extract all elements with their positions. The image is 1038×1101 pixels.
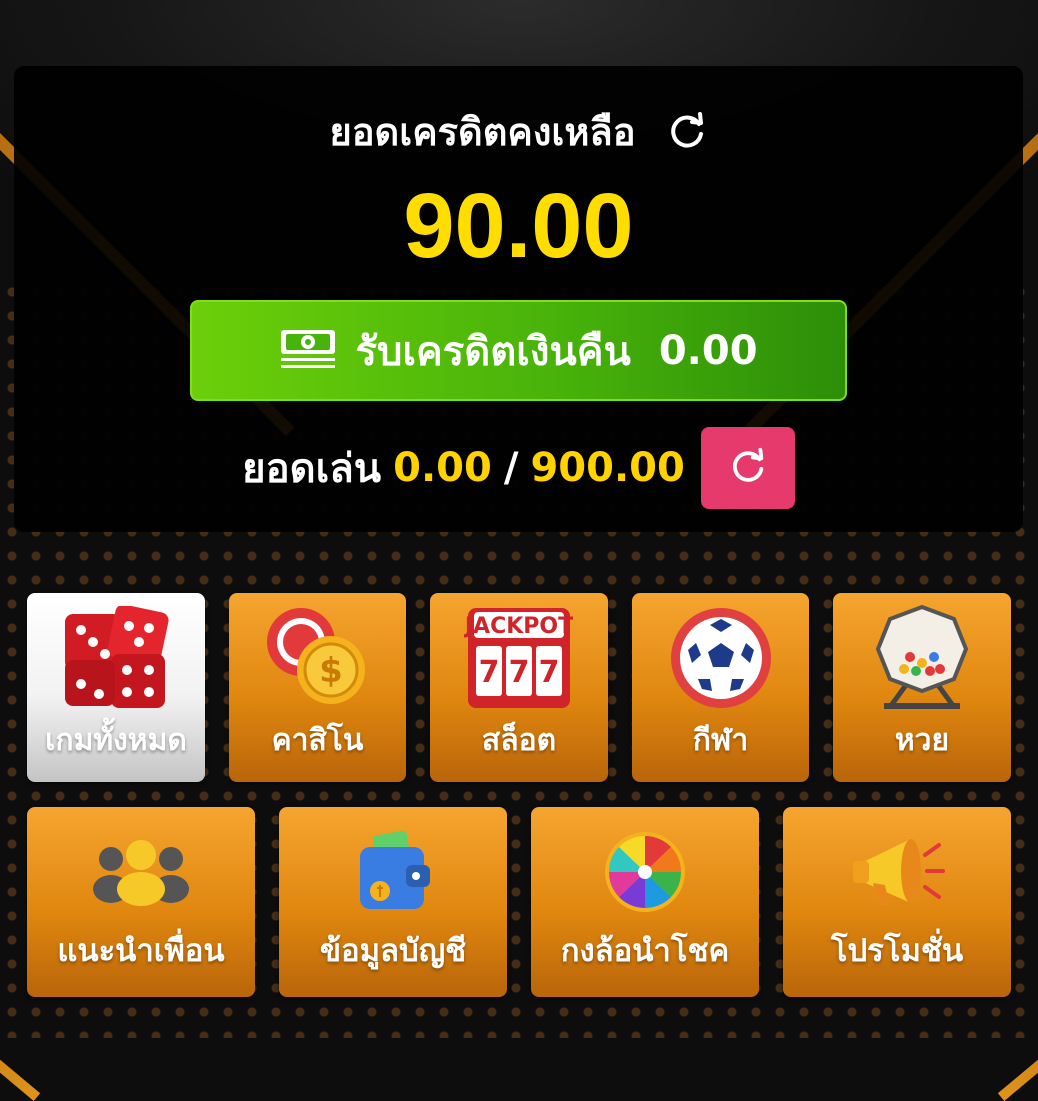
turnover-label: ยอดเล่น bbox=[242, 446, 382, 492]
menu-tile-lottery[interactable]: หวย bbox=[833, 593, 1011, 782]
menu-tile-all-games[interactable]: เกมทั้งหมด bbox=[27, 593, 205, 782]
money-icon bbox=[279, 328, 337, 374]
lucky-wheel-icon bbox=[531, 813, 759, 931]
svg-text:7: 7 bbox=[539, 655, 560, 690]
lottery-wheel-icon bbox=[833, 599, 1011, 717]
menu-tile-label: หวย bbox=[894, 723, 950, 758]
menu-tile-label: ข้อมูลบัญชี bbox=[319, 933, 467, 969]
menu-tile-casino[interactable]: $ คาสิโน bbox=[229, 593, 406, 782]
turnover-row: ยอดเล่น 0.00 / 900.00 bbox=[14, 426, 1023, 510]
dice-icon bbox=[27, 599, 205, 717]
cashback-value: 0.00 bbox=[658, 327, 758, 374]
jackpot-slot-icon: JACKPOT 7 7 7 bbox=[430, 599, 608, 717]
menu-tile-label: กีฬา bbox=[692, 723, 749, 758]
wallet-icon bbox=[279, 813, 507, 931]
credit-title: ยอดเครดิตคงเหลือ bbox=[329, 109, 636, 154]
megaphone-icon bbox=[783, 813, 1011, 931]
menu-tile-account-info[interactable]: ข้อมูลบัญชี bbox=[279, 807, 507, 997]
turnover-separator: / bbox=[503, 445, 519, 491]
turnover-target: 900.00 bbox=[530, 445, 685, 491]
svg-text:$: $ bbox=[319, 651, 343, 691]
soccer-ball-icon bbox=[632, 599, 809, 717]
menu-tile-label: โปรโมชั่น bbox=[830, 933, 964, 969]
menu-tile-label: สล็อต bbox=[481, 723, 557, 758]
menu-tile-slot[interactable]: JACKPOT 7 7 7 สล็อต bbox=[430, 593, 608, 782]
credit-amount: 90.00 bbox=[403, 175, 634, 277]
menu-tile-label: คาสิโน bbox=[271, 723, 364, 758]
svg-text:7: 7 bbox=[509, 655, 530, 690]
cashback-label: รับเครดิตเงินคืน bbox=[355, 328, 631, 375]
refresh-icon[interactable] bbox=[666, 110, 708, 152]
friends-icon bbox=[27, 813, 255, 931]
svg-text:JACKPOT: JACKPOT bbox=[464, 614, 573, 639]
turnover-refresh-button[interactable] bbox=[700, 427, 795, 509]
menu-tile-refer-friend[interactable]: แนะนำเพื่อน bbox=[27, 807, 255, 997]
casino-chip-icon: $ bbox=[229, 599, 406, 717]
menu-tile-sport[interactable]: กีฬา bbox=[632, 593, 809, 782]
menu-tile-label: กงล้อนำโชค bbox=[560, 933, 730, 969]
cashback-button[interactable]: รับเครดิตเงินคืน 0.00 bbox=[190, 300, 847, 401]
menu-tile-label: แนะนำเพื่อน bbox=[57, 933, 225, 969]
svg-text:7: 7 bbox=[479, 655, 500, 690]
turnover-current: 0.00 bbox=[393, 445, 492, 491]
menu-tile-promotion[interactable]: โปรโมชั่น bbox=[783, 807, 1011, 997]
credit-panel: ยอดเครดิตคงเหลือ 90.00 รับเครดิตเงินคืน … bbox=[14, 66, 1023, 532]
credit-title-row: ยอดเครดิตคงเหลือ bbox=[14, 106, 1023, 156]
menu-tile-label: เกมทั้งหมด bbox=[45, 723, 187, 758]
menu-tile-lucky-wheel[interactable]: กงล้อนำโชค bbox=[531, 807, 759, 997]
refresh-icon bbox=[728, 446, 768, 490]
